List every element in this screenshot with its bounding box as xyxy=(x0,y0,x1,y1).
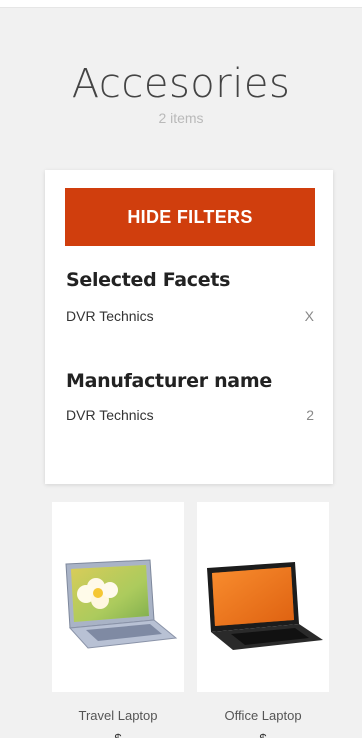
manufacturer-facet-item[interactable]: DVR Technics 2 xyxy=(66,407,314,423)
product-price: $ xyxy=(114,731,121,738)
laptop-silver-flower-image xyxy=(65,559,178,649)
hide-filters-button[interactable]: HIDE FILTERS xyxy=(65,188,315,246)
selected-facets-title: Selected Facets xyxy=(66,269,231,291)
product-card[interactable]: Office Laptop $ xyxy=(197,502,329,738)
product-name[interactable]: Office Laptop xyxy=(224,708,301,723)
selected-facet-item: DVR Technics X xyxy=(66,308,314,324)
manufacturer-title: Manufacturer name xyxy=(66,370,272,392)
manufacturer-facet-label: DVR Technics xyxy=(66,407,154,423)
filter-panel: HIDE FILTERS Selected Facets DVR Technic… xyxy=(45,170,333,484)
selected-facet-label: DVR Technics xyxy=(66,308,154,324)
product-image-travel-laptop[interactable] xyxy=(52,502,184,692)
laptop-black-orange-image xyxy=(207,562,323,650)
product-name[interactable]: Travel Laptop xyxy=(78,708,157,723)
product-grid: Travel Laptop $ Office Laptop xyxy=(52,502,329,738)
product-price: $ xyxy=(259,731,266,738)
top-bar xyxy=(0,0,362,8)
remove-facet-button[interactable]: X xyxy=(305,308,314,324)
item-count: 2 items xyxy=(158,110,204,126)
page-title: Accesories xyxy=(71,61,291,107)
product-card[interactable]: Travel Laptop $ xyxy=(52,502,184,738)
manufacturer-facet-count: 2 xyxy=(306,407,314,423)
product-image-office-laptop[interactable] xyxy=(197,502,329,692)
category-header: Accesories 2 items xyxy=(0,58,362,126)
